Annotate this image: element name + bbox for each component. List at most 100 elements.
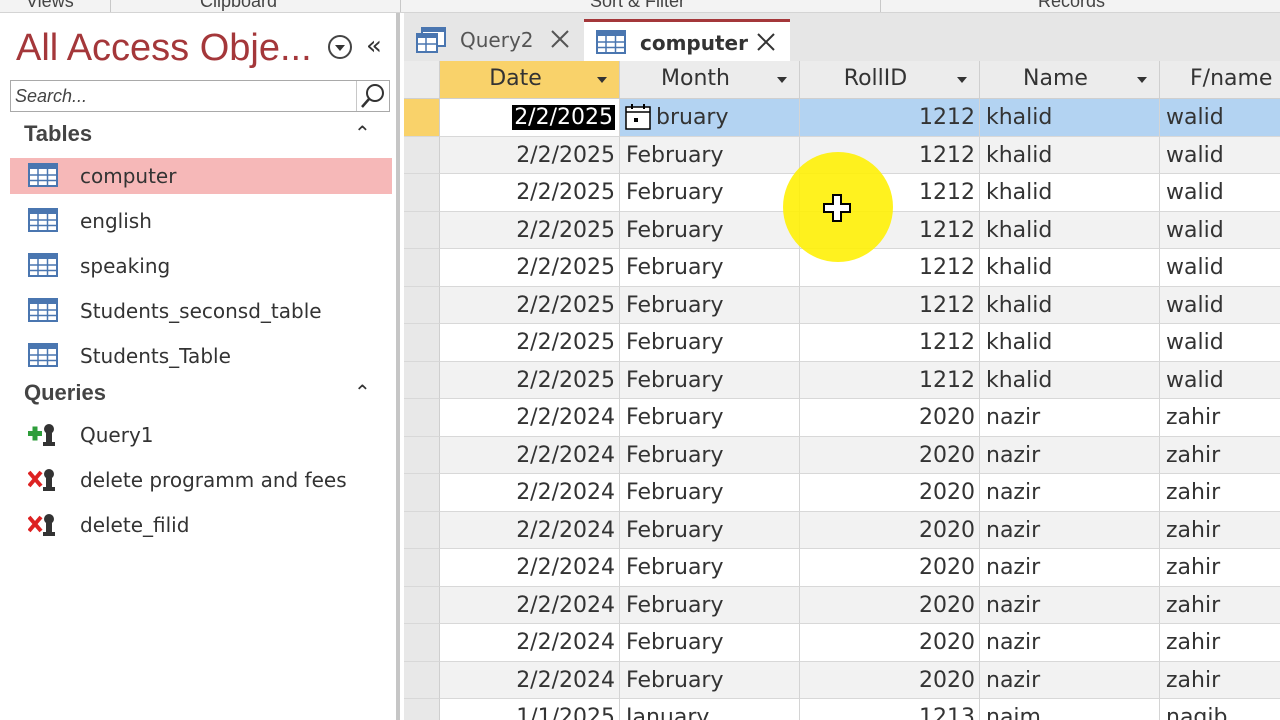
table-row[interactable]: 1/1/2025 January 1213 naim nagib xyxy=(404,699,1280,720)
cell-name[interactable]: nazir xyxy=(980,474,1160,512)
table-row[interactable]: 2/2/2025 February 1212 khalid walid xyxy=(404,324,1280,362)
table-row[interactable]: 2/2/2024 February 2020 nazir zahir xyxy=(404,586,1280,624)
record-selector[interactable] xyxy=(404,286,440,324)
cell-month[interactable]: February xyxy=(620,361,800,399)
cell-name[interactable]: khalid xyxy=(980,174,1160,212)
record-selector[interactable] xyxy=(404,699,440,720)
cell-rollid[interactable]: 2020 xyxy=(800,661,980,699)
cell-date[interactable]: 2/2/2025 xyxy=(440,249,620,287)
nav-item-delete-filid[interactable]: delete_filid xyxy=(10,507,392,543)
cell-fname[interactable]: zahir xyxy=(1160,436,1280,474)
record-selector[interactable] xyxy=(404,549,440,587)
select-all-corner[interactable] xyxy=(404,61,440,99)
cell-fname[interactable]: zahir xyxy=(1160,399,1280,437)
cell-name[interactable]: khalid xyxy=(980,249,1160,287)
cell-fname[interactable]: nagib xyxy=(1160,699,1280,720)
table-row[interactable]: 2/2/2025 bruary 1212 khalid walid xyxy=(404,99,1280,137)
record-selector[interactable] xyxy=(404,249,440,287)
record-selector[interactable] xyxy=(404,661,440,699)
cell-name[interactable]: khalid xyxy=(980,361,1160,399)
cell-fname[interactable]: walid xyxy=(1160,324,1280,362)
close-icon[interactable] xyxy=(550,29,570,49)
cell-date[interactable]: 2/2/2025 xyxy=(440,324,620,362)
cell-name[interactable]: nazir xyxy=(980,661,1160,699)
cell-fname[interactable]: zahir xyxy=(1160,474,1280,512)
cell-name[interactable]: nazir xyxy=(980,549,1160,587)
record-selector[interactable] xyxy=(404,511,440,549)
cell-name[interactable]: nazir xyxy=(980,436,1160,474)
cell-fname[interactable]: walid xyxy=(1160,174,1280,212)
column-header-fname[interactable]: F/name xyxy=(1160,61,1280,99)
cell-date[interactable]: 1/1/2025 xyxy=(440,699,620,720)
cell-date[interactable]: 2/2/2024 xyxy=(440,549,620,587)
record-selector[interactable] xyxy=(404,211,440,249)
cell-date[interactable]: 2/2/2024 xyxy=(440,399,620,437)
cell-rollid[interactable]: 2020 xyxy=(800,436,980,474)
cell-name[interactable]: nazir xyxy=(980,624,1160,662)
nav-pane-title[interactable]: All Access Obje... xyxy=(16,27,312,70)
table-row[interactable]: 2/2/2024 February 2020 nazir zahir xyxy=(404,549,1280,587)
cell-rollid[interactable]: 2020 xyxy=(800,399,980,437)
record-selector[interactable] xyxy=(404,399,440,437)
nav-item-computer[interactable]: computer xyxy=(10,158,392,194)
nav-item-english[interactable]: english xyxy=(10,203,392,239)
cell-month[interactable]: bruary xyxy=(620,99,800,137)
column-header-rollid[interactable]: RollID xyxy=(800,61,980,99)
record-selector[interactable] xyxy=(404,361,440,399)
cell-name[interactable]: nazir xyxy=(980,511,1160,549)
cell-name[interactable]: khalid xyxy=(980,286,1160,324)
cell-date[interactable]: 2/2/2025 xyxy=(440,136,620,174)
cell-rollid[interactable]: 2020 xyxy=(800,549,980,587)
cell-name[interactable]: khalid xyxy=(980,99,1160,137)
cell-fname[interactable]: zahir xyxy=(1160,661,1280,699)
record-selector[interactable] xyxy=(404,474,440,512)
tab-query2[interactable]: Query2 xyxy=(404,19,582,61)
close-icon[interactable] xyxy=(756,32,776,52)
cell-month[interactable]: February xyxy=(620,399,800,437)
tab-computer[interactable]: computer xyxy=(584,19,790,61)
cell-rollid[interactable]: 2020 xyxy=(800,474,980,512)
cell-month[interactable]: February xyxy=(620,661,800,699)
table-row[interactable]: 2/2/2024 February 2020 nazir zahir xyxy=(404,624,1280,662)
cell-date[interactable]: 2/2/2024 xyxy=(440,511,620,549)
record-selector[interactable] xyxy=(404,624,440,662)
column-header-name[interactable]: Name xyxy=(980,61,1160,99)
cell-rollid[interactable]: 1212 xyxy=(800,286,980,324)
record-selector[interactable] xyxy=(404,324,440,362)
table-row[interactable]: 2/2/2025 February 1212 khalid walid xyxy=(404,286,1280,324)
cell-date[interactable]: 2/2/2025 xyxy=(440,211,620,249)
cell-month[interactable]: February xyxy=(620,624,800,662)
cell-date[interactable]: 2/2/2024 xyxy=(440,661,620,699)
cell-month[interactable]: February xyxy=(620,586,800,624)
chevron-down-icon[interactable] xyxy=(597,77,607,83)
table-row[interactable]: 2/2/2024 February 2020 nazir zahir xyxy=(404,399,1280,437)
cell-name[interactable]: naim xyxy=(980,699,1160,720)
cell-name[interactable]: khalid xyxy=(980,324,1160,362)
cell-month[interactable]: February xyxy=(620,211,800,249)
nav-item-students-table[interactable]: Students_Table xyxy=(10,338,392,374)
cell-fname[interactable]: walid xyxy=(1160,249,1280,287)
cell-fname[interactable]: zahir xyxy=(1160,511,1280,549)
nav-section-tables[interactable]: Tables ⌃ xyxy=(0,119,396,153)
cell-month[interactable]: February xyxy=(620,324,800,362)
nav-item-query1[interactable]: Query1 xyxy=(10,417,392,453)
cell-rollid[interactable]: 1213 xyxy=(800,699,980,720)
cell-fname[interactable]: walid xyxy=(1160,99,1280,137)
cell-name[interactable]: khalid xyxy=(980,211,1160,249)
cell-month[interactable]: February xyxy=(620,436,800,474)
cell-name[interactable]: nazir xyxy=(980,399,1160,437)
cell-month[interactable]: February xyxy=(620,511,800,549)
nav-section-queries[interactable]: Queries ⌃ xyxy=(0,378,396,412)
cell-month[interactable]: February xyxy=(620,474,800,512)
record-selector[interactable] xyxy=(404,99,440,137)
cell-fname[interactable]: walid xyxy=(1160,286,1280,324)
date-picker-icon[interactable] xyxy=(624,103,652,131)
collapse-section-icon[interactable]: ⌃ xyxy=(354,380,371,404)
cell-rollid[interactable]: 1212 xyxy=(800,324,980,362)
table-row[interactable]: 2/2/2024 February 2020 nazir zahir xyxy=(404,661,1280,699)
cell-fname[interactable]: walid xyxy=(1160,136,1280,174)
cell-fname[interactable]: zahir xyxy=(1160,549,1280,587)
search-icon[interactable] xyxy=(356,81,389,111)
cell-month[interactable]: February xyxy=(620,174,800,212)
nav-item-delete-programm-and-fees[interactable]: delete programm and fees xyxy=(10,462,392,498)
